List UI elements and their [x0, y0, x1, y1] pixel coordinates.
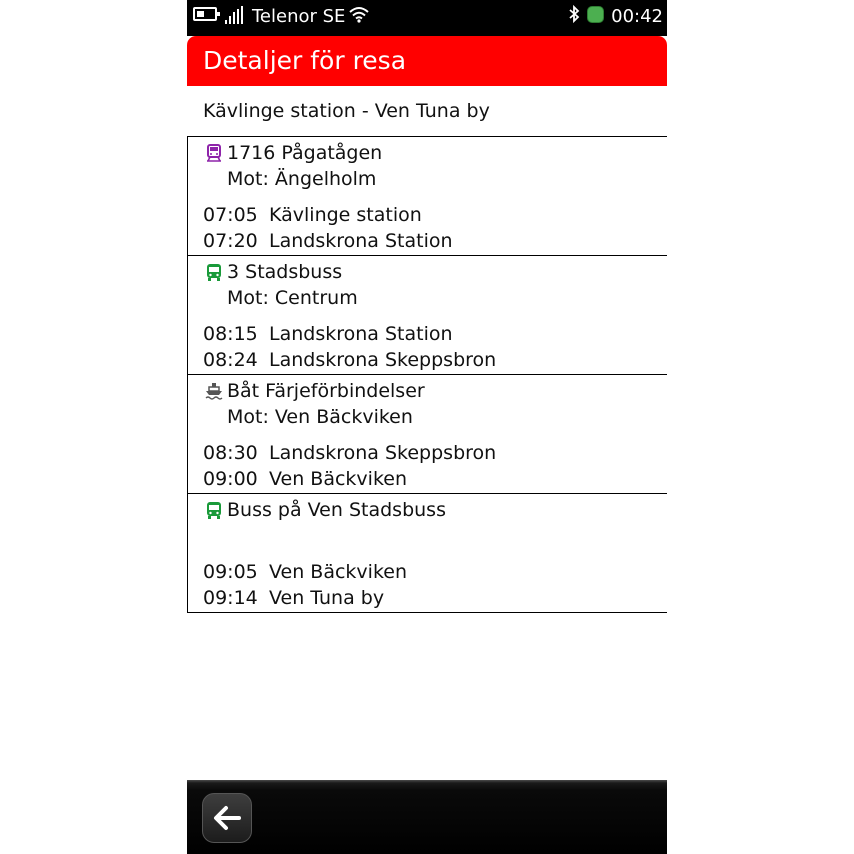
- leg-arrival: 07:20 Landskrona Station: [203, 228, 453, 254]
- train-icon: [207, 144, 221, 162]
- leg-line-name: Buss på Ven Stadsbuss: [227, 499, 446, 521]
- clock: 00:42: [611, 6, 663, 27]
- trip-legs-list: 1716 Pågatågen Mot: Ängelholm 07:05 Kävli…: [187, 136, 667, 613]
- departure-time: 09:05: [203, 561, 258, 583]
- arrival-stop: Ven Tuna by: [269, 587, 385, 609]
- departure-time: 08:30: [203, 442, 258, 464]
- arrival-stop: Ven Bäckviken: [269, 468, 408, 490]
- leg-arrival: 09:00 Ven Bäckviken: [203, 466, 407, 492]
- leg-line-name: Båt Färjeförbindelser: [227, 380, 425, 402]
- trip-leg[interactable]: 1716 Pågatågen Mot: Ängelholm 07:05 Kävli…: [187, 137, 667, 256]
- leg-direction: Mot: Ven Bäckviken: [227, 406, 413, 428]
- trip-leg[interactable]: Båt Färjeförbindelser Mot: Ven Bäckviken…: [187, 375, 667, 494]
- arrival-time: 09:00: [203, 468, 258, 490]
- departure-stop: Ven Bäckviken: [269, 561, 408, 583]
- leg-direction: Mot: Centrum: [227, 287, 358, 309]
- arrival-stop: Landskrona Skeppsbron: [269, 349, 497, 371]
- leg-direction: Mot: Ängelholm: [227, 168, 377, 190]
- bus-icon: [207, 502, 221, 519]
- battery-icon: [193, 7, 220, 21]
- bus-icon: [207, 264, 221, 281]
- route-summary: Kävlinge station - Ven Tuna by: [203, 100, 490, 122]
- arrival-time: 07:20: [203, 230, 258, 252]
- notification-icon: [587, 6, 604, 23]
- back-button[interactable]: [202, 793, 252, 843]
- departure-stop: Landskrona Station: [269, 323, 453, 345]
- trip-leg[interactable]: 3 Stadsbuss Mot: Centrum 08:15 Landskrona…: [187, 256, 667, 375]
- departure-time: 07:05: [203, 204, 258, 226]
- bottom-toolbar: [187, 780, 667, 854]
- page-title: Detaljer för resa: [203, 46, 407, 75]
- arrival-stop: Landskrona Station: [269, 230, 453, 252]
- ferry-icon: [205, 383, 223, 400]
- page-header: Detaljer för resa: [187, 36, 667, 86]
- departure-stop: Kävlinge station: [269, 204, 422, 226]
- leg-line-name: 3 Stadsbuss: [227, 261, 343, 283]
- wifi-icon: [349, 7, 369, 23]
- leg-departure: 09:05 Ven Bäckviken: [203, 559, 407, 585]
- departure-time: 08:15: [203, 323, 258, 345]
- back-arrow-icon: [214, 806, 241, 830]
- bluetooth-icon: [569, 4, 580, 24]
- departure-stop: Landskrona Skeppsbron: [269, 442, 497, 464]
- operator-name: Telenor SE: [252, 6, 346, 27]
- arrival-time: 08:24: [203, 349, 258, 371]
- signal-icon: [225, 6, 245, 24]
- leg-arrival: 08:24 Landskrona Skeppsbron: [203, 347, 496, 373]
- leg-line-name: 1716 Pågatågen: [227, 142, 383, 164]
- leg-departure: 08:30 Landskrona Skeppsbron: [203, 440, 496, 466]
- phone-screen: Telenor SE 00:42 Detaljer för resa Kävli…: [187, 0, 667, 854]
- leg-arrival: 09:14 Ven Tuna by: [203, 585, 384, 611]
- trip-leg[interactable]: Buss på Ven Stadsbuss 09:05 Ven Bäckviken…: [187, 494, 667, 613]
- status-bar: Telenor SE 00:42: [187, 0, 667, 36]
- leg-departure: 07:05 Kävlinge station: [203, 202, 422, 228]
- leg-departure: 08:15 Landskrona Station: [203, 321, 453, 347]
- arrival-time: 09:14: [203, 587, 258, 609]
